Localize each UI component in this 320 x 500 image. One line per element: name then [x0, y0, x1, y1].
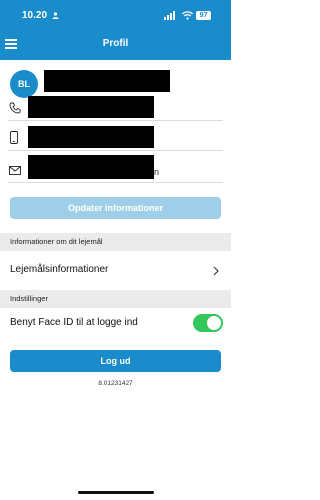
battery-indicator: 97 — [196, 11, 211, 20]
faceid-toggle[interactable] — [193, 314, 223, 332]
lease-info-label: Lejemålsinformationer — [10, 264, 109, 275]
name-redaction — [44, 70, 170, 92]
chevron-right-icon — [213, 266, 219, 276]
status-time: 10.20 — [22, 10, 48, 21]
app-version: 8.01231427 — [98, 380, 133, 387]
app-header: 10.20 97 Profil — [0, 0, 231, 60]
email-icon — [9, 166, 21, 175]
lease-info-row[interactable]: Lejemålsinformationer — [0, 252, 231, 288]
email-redaction — [28, 155, 154, 179]
email-tail: n — [154, 167, 160, 177]
logout-button[interactable]: Log ud — [10, 350, 221, 372]
update-info-button[interactable]: Opdater informationer — [10, 197, 221, 219]
divider — [8, 150, 223, 151]
settings-section-header: Indstillinger — [0, 290, 231, 308]
mobile-redaction — [28, 126, 154, 148]
signal-icon — [164, 11, 175, 20]
divider — [8, 182, 223, 183]
phone-icon — [9, 102, 21, 114]
faceid-label: Benyt Face ID til at logge ind — [10, 317, 138, 328]
status-bar: 10.20 97 — [0, 8, 231, 24]
avatar: BL — [10, 70, 38, 98]
page-title: Profil — [102, 38, 129, 49]
wifi-icon — [182, 11, 193, 20]
toggle-knob — [207, 316, 221, 330]
mobile-phone-icon — [10, 131, 18, 144]
home-indicator[interactable] — [78, 491, 154, 494]
divider — [8, 120, 223, 121]
lease-section-header: Informationer om dit lejemål — [0, 233, 231, 251]
phone-redaction — [28, 96, 154, 118]
person-icon — [52, 12, 59, 19]
